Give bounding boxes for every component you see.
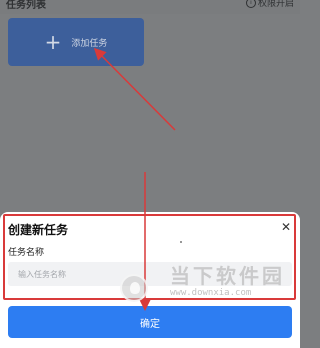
info-icon: i xyxy=(245,0,256,8)
permission-toggle[interactable]: i 权限开启 xyxy=(245,0,294,9)
watermark-logo-icon xyxy=(120,274,148,302)
page-title: 任务列表 xyxy=(6,0,46,11)
plus-icon: + xyxy=(44,30,62,54)
confirm-label: 确定 xyxy=(140,318,160,330)
watermark-text: 当下软件园 xyxy=(170,264,285,288)
add-task-label: 添加任务 xyxy=(71,38,108,49)
add-task-button[interactable]: + 添加任务 xyxy=(8,18,144,66)
confirm-button[interactable]: 确定 xyxy=(8,306,292,338)
header-bar: 任务列表 i 权限开启 xyxy=(0,0,300,14)
watermark-url: www.downxia.com xyxy=(170,288,252,298)
permission-label: 权限开启 xyxy=(257,0,294,9)
